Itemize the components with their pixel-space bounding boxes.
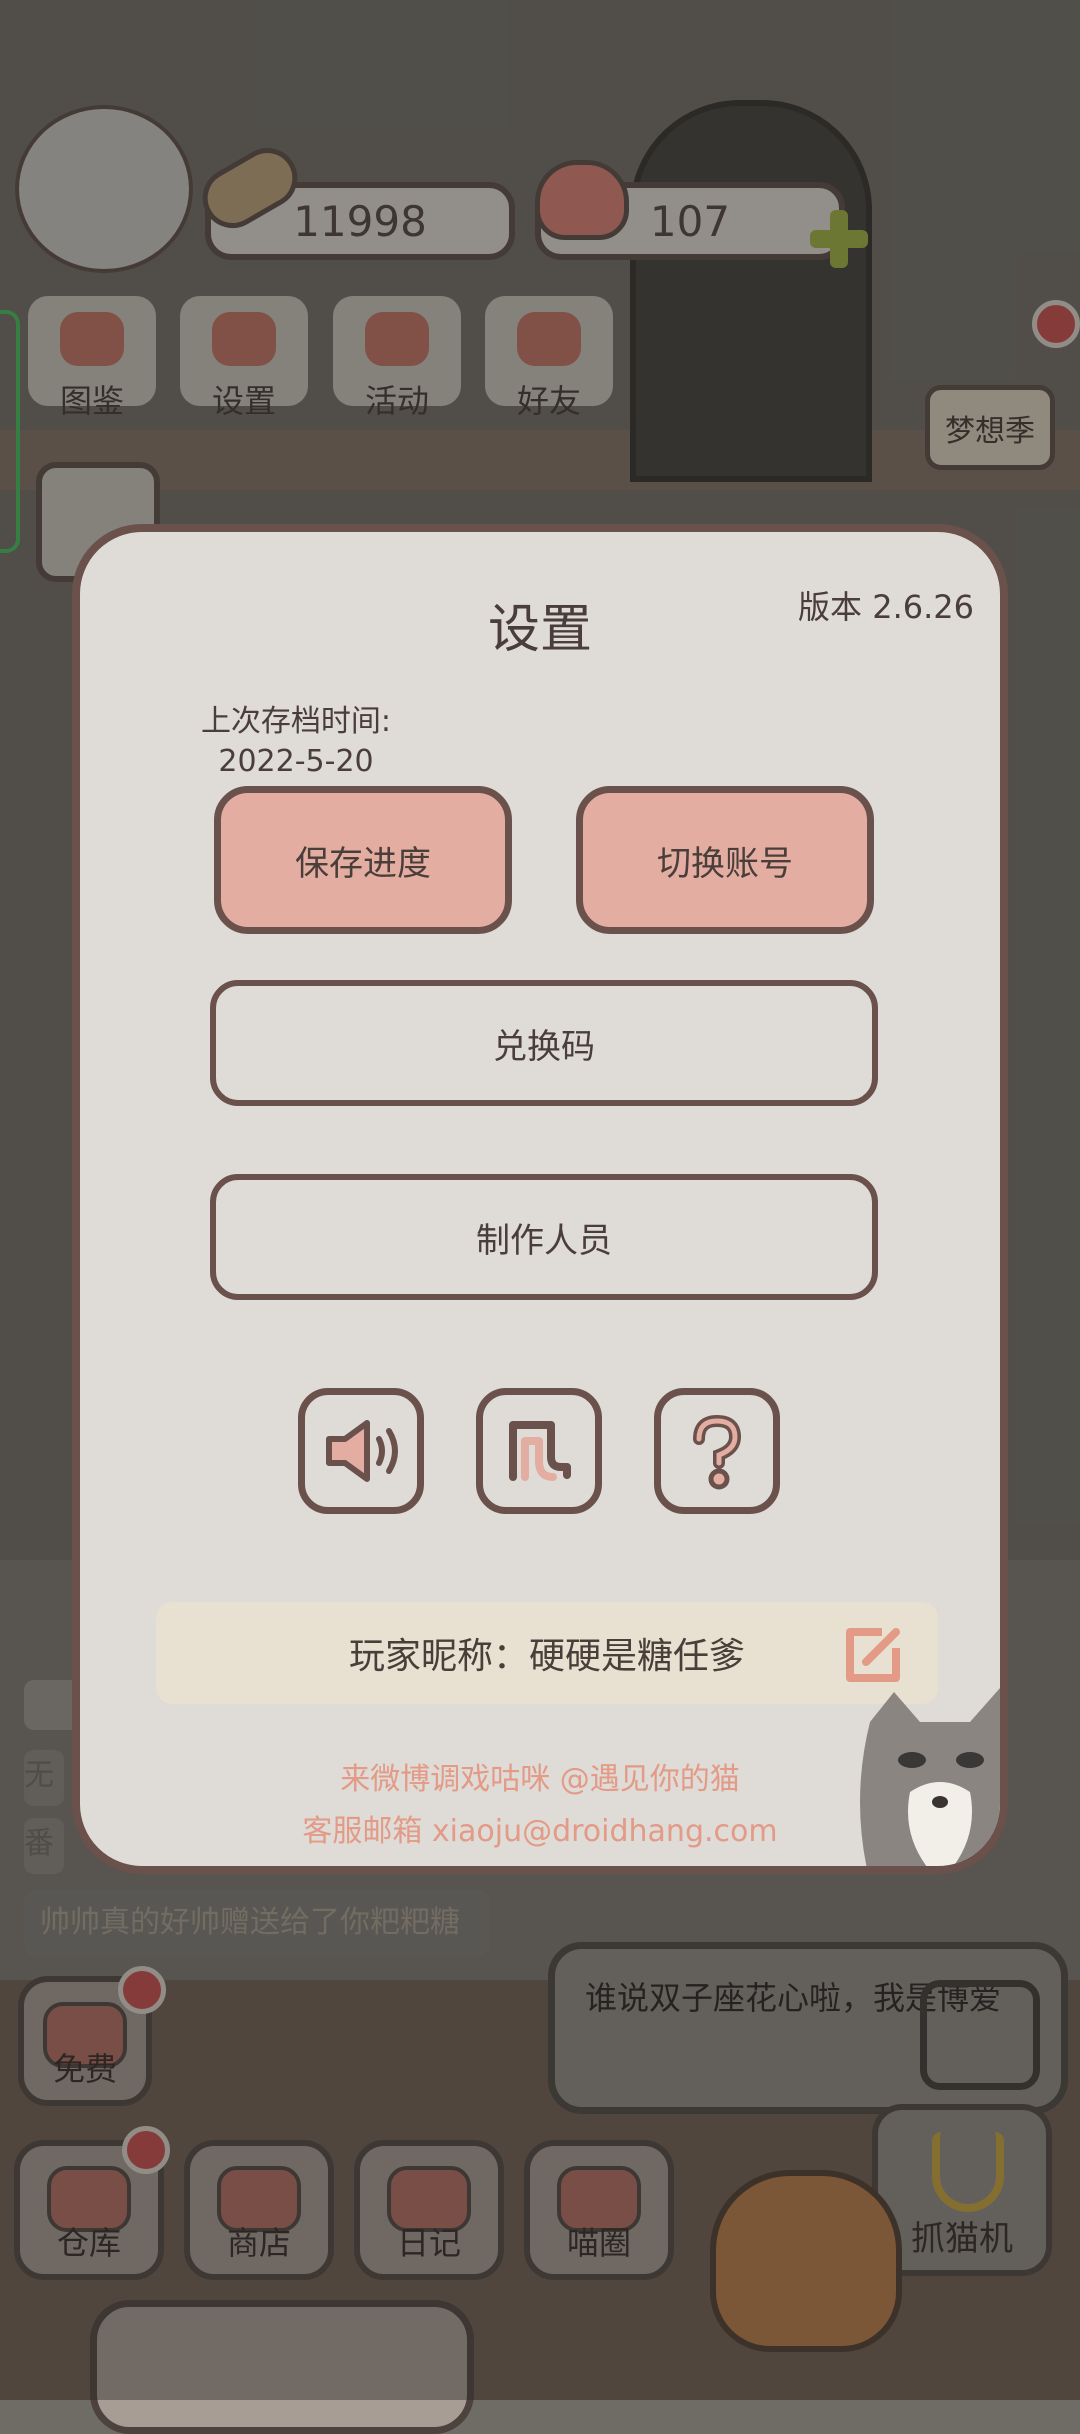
- music-toggle-button[interactable]: [476, 1388, 602, 1514]
- credits-label: 制作人员: [476, 1220, 612, 1261]
- switch-account-label: 切换账号: [657, 843, 793, 884]
- sound-icon: [326, 1420, 398, 1482]
- nickname-field[interactable]: 玩家昵称：硬硬是糖任爹: [156, 1602, 938, 1704]
- settings-dialog: 设置 版本 2.6.26 上次存档时间: 2022-5-20 21:24 保存进…: [72, 524, 1008, 1874]
- sound-toggle-button[interactable]: [298, 1388, 424, 1514]
- last-save-label: 上次存档时间:: [200, 704, 392, 739]
- credits-button[interactable]: 制作人员: [210, 1174, 878, 1300]
- music-icon: [509, 1421, 571, 1481]
- save-progress-button[interactable]: 保存进度: [214, 786, 512, 934]
- cat-photo: [860, 1688, 1000, 1866]
- save-progress-label: 保存进度: [295, 843, 431, 884]
- redeem-code-label: 兑换码: [493, 1026, 595, 1067]
- version-label: 版本 2.6.26: [798, 588, 974, 626]
- edit-icon[interactable]: [842, 1624, 904, 1686]
- nickname-text: 玩家昵称：硬硬是糖任爹: [348, 1636, 745, 1677]
- help-icon: [693, 1414, 742, 1490]
- switch-account-button[interactable]: 切换账号: [576, 786, 874, 934]
- redeem-code-button[interactable]: 兑换码: [210, 980, 878, 1106]
- help-button[interactable]: [654, 1388, 780, 1514]
